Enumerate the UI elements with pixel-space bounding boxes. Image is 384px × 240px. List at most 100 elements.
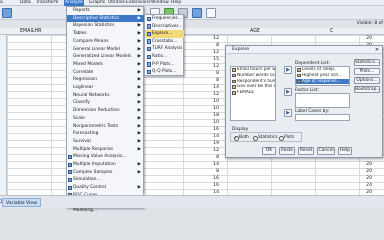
dependent-list[interactable]: Levels of sleep.. Highest year sch... Age … [295,66,350,86]
grid-cell[interactable]: 10 [205,98,219,105]
move-to-dependent-button[interactable]: ▶ [284,66,292,74]
analyze-menu-item[interactable]: Nonparametric Tests ▶ [67,123,144,130]
source-variable-list[interactable]: Email hours per we...Number words con...… [230,66,276,121]
analyze-menu-item[interactable]: Neural Networks ▶ [67,92,144,99]
grid-cell[interactable]: 20 [360,168,372,175]
cancel-button[interactable]: Cancel [317,147,335,155]
analyze-menu-item[interactable]: Missing Value Analysis... [67,153,144,160]
analyze-menu-item[interactable]: Generalized Linear Models ▶ [67,53,144,60]
grid-cell[interactable]: 14 [205,84,219,91]
grid-cell[interactable]: 20 [360,175,372,182]
analyze-menu-item[interactable]: Mixed Models ▶ [67,61,144,68]
use-sets-icon[interactable] [192,8,202,18]
analyze-menu-item[interactable]: Correlate ▶ [67,69,144,76]
submenu-item[interactable]: Ratio... [145,53,184,61]
statistics-button[interactable]: Statistics... [354,59,380,66]
grid-cell[interactable]: 8 [205,70,219,77]
analyze-menu-item-label: Dimension Reduction [73,108,120,114]
move-to-label-button[interactable]: ▶ [284,109,292,117]
analyze-menu-item[interactable]: Compare Means ▶ [67,38,144,45]
bootstrap-button[interactable]: Bootstrap... [354,86,381,93]
label-cases-field[interactable] [295,114,350,121]
grid-cell[interactable]: 12 [205,63,219,70]
grid-cell[interactable]: 16 [205,175,219,182]
grid-cell[interactable]: 10 [205,105,219,112]
grid-cell[interactable]: 19 [205,140,219,147]
column-header-c[interactable]: C [330,28,333,35]
reset-button[interactable]: Reset [298,147,314,155]
chevron-right-icon: ▶ [137,23,141,29]
variable-icon [232,85,236,89]
close-icon[interactable]: ✕ [374,47,380,53]
chevron-right-icon: ▶ [137,85,141,90]
analyze-menu-item[interactable]: Scale ▶ [67,115,144,122]
grid-cell[interactable]: 16 [205,126,219,133]
analyze-menu-item[interactable]: Tables ▶ [67,30,144,37]
paste-button[interactable]: Paste [279,147,295,155]
submenu-item[interactable]: TURF Analysis [145,45,184,53]
grid-cell[interactable]: 12 [205,147,219,154]
analyze-menu-item[interactable]: Multiple Response ▶ [67,146,144,153]
submenu-item[interactable]: Explore... [145,30,184,38]
tab-variable-view[interactable]: Variable View [2,198,41,207]
grid-cell[interactable]: 8 [205,168,219,175]
submenu-item[interactable]: Q-Q Plots... [145,68,184,76]
grid-cell[interactable]: 14 [205,161,219,168]
analyze-menu-item[interactable]: Regression ▶ [67,76,144,83]
analyze-menu-item-label: Survival [73,138,91,144]
grid-cell[interactable]: 12 [205,35,219,42]
analyze-menu-item-label: Reports [73,8,90,13]
open-icon[interactable] [2,8,12,18]
plots-button[interactable]: Plots... [354,68,380,75]
move-to-factor-button[interactable]: ▶ [284,88,292,96]
grid-cell[interactable]: 15 [205,56,219,63]
analyze-menu-item[interactable]: Loglinear ▶ [67,84,144,91]
grid-cell[interactable]: 18 [205,112,219,119]
display-statistics-radio[interactable]: Statistics [253,135,278,141]
analyze-menu-item[interactable]: Quality Control ▶ [67,184,144,191]
analyze-menu-item[interactable]: Survival ▶ [67,138,144,145]
analyze-menu-item[interactable]: Dimension Reduction ▶ [67,107,144,114]
grid-cell[interactable]: 12 [205,49,219,56]
grid-cell[interactable]: 12 [205,91,219,98]
analyze-menu-item[interactable]: Bayesian Statistics ▶ [67,22,144,29]
menu-item-icon [146,31,151,37]
analyze-menu-item[interactable]: Classify ▶ [67,99,144,106]
grid-cell[interactable]: 8 [205,154,219,161]
grid-cell[interactable]: 16 [205,182,219,189]
analyze-menu-item[interactable]: Descriptive Statistics ▶ [67,14,144,22]
grid-cell[interactable]: 14 [205,133,219,140]
display-both-radio[interactable]: Both [234,135,249,141]
column-header-age[interactable]: AGE [250,28,260,35]
list-item[interactable]: FEMALE [231,90,275,96]
analyze-menu-item[interactable]: Reports ▶ [67,7,144,14]
analyze-menu-item[interactable]: Simulation... [67,176,144,183]
analyze-menu-item[interactable]: General Linear Model ▶ [67,46,144,53]
grid-cell[interactable]: 10 [205,119,219,126]
list-item-label: Highest year sch... [302,72,343,78]
options-button[interactable]: Options... [354,77,380,84]
spellcheck-icon[interactable] [206,8,216,18]
column-header-emailhr[interactable]: EMAILHR [20,28,41,35]
grid-cell[interactable]: 20 [360,35,372,42]
grid-cell[interactable]: 8 [205,77,219,84]
chevron-right-icon: ▶ [137,108,141,114]
display-plots-radio[interactable]: Plots [279,135,294,141]
help-button[interactable]: Help [338,147,352,155]
submenu-item[interactable]: Frequencies... [145,15,184,23]
analyze-menu-item[interactable]: Complex Samples ▶ [67,169,144,176]
submenu-item[interactable]: P-P Plots... [145,61,184,69]
grid-cell[interactable]: 20 [360,161,372,168]
submenu-item[interactable]: Crosstabs... [145,38,184,46]
submenu-item[interactable]: Descriptives... [145,23,184,31]
analyze-menu-item[interactable]: Multiple Imputation ▶ [67,161,144,168]
analyze-menu-item-label: Simulation... [73,177,101,183]
list-item-label: Number words con... [237,72,275,78]
factor-list[interactable] [295,93,350,108]
ok-button[interactable]: OK [262,147,276,155]
analyze-menu: Reports ▶ Descriptive Statistics ▶ Bayesian … [66,6,144,213]
grid-cell[interactable]: 8 [205,42,219,49]
analyze-menu-item[interactable]: Forecasting ▶ [67,130,144,137]
grid-cell[interactable]: 24 [360,182,372,189]
list-item[interactable]: Age of response... [296,78,349,85]
